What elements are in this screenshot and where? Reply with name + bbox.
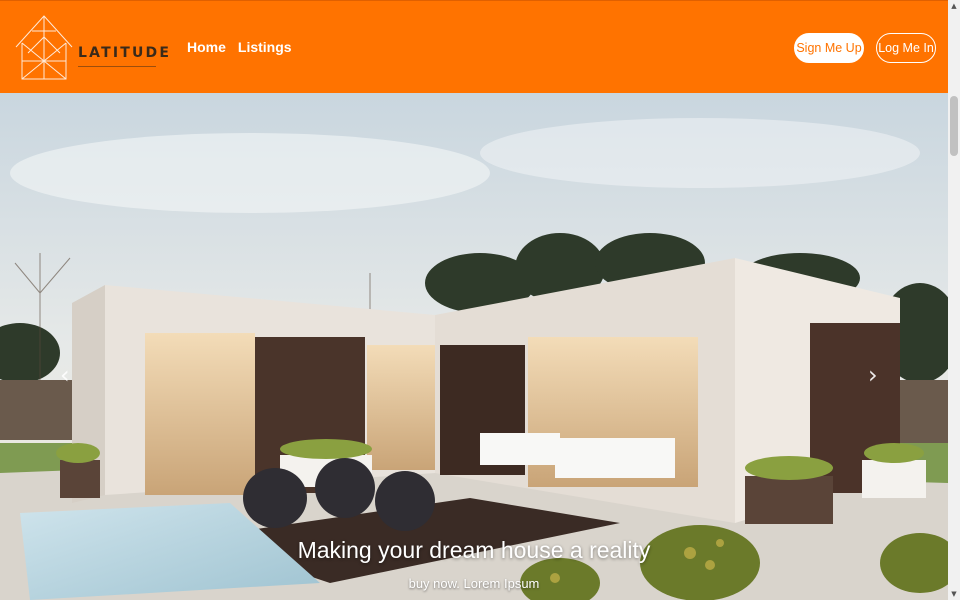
- nav-link-home[interactable]: Home: [187, 39, 226, 55]
- hero-subtitle: buy now. Lorem Ipsum: [408, 576, 540, 591]
- brand-underline: [78, 66, 156, 67]
- hero-carousel: ‹ ›: [0, 93, 948, 600]
- house-outline-icon: [15, 15, 73, 80]
- chevron-left-icon[interactable]: ‹: [60, 363, 70, 387]
- page-scrollbar[interactable]: ▲ ▼: [948, 0, 960, 600]
- scroll-thumb[interactable]: [950, 96, 958, 156]
- navbar: LATITUDE Home Listings Sign Me Up Log Me…: [0, 0, 948, 93]
- nav-link-listings[interactable]: Listings: [238, 39, 292, 55]
- sign-up-button[interactable]: Sign Me Up: [794, 33, 864, 63]
- chevron-right-icon[interactable]: ›: [868, 363, 878, 387]
- log-in-button[interactable]: Log Me In: [876, 33, 936, 63]
- scroll-up-icon[interactable]: ▲: [948, 0, 960, 12]
- brand-name: LATITUDE: [78, 45, 172, 61]
- scroll-down-icon[interactable]: ▼: [948, 588, 960, 600]
- brand-logo[interactable]: LATITUDE: [14, 13, 169, 83]
- hero-house-image: [0, 93, 948, 600]
- main-nav: Home Listings: [187, 39, 292, 55]
- hero-title: Making your dream house a reality: [297, 537, 651, 563]
